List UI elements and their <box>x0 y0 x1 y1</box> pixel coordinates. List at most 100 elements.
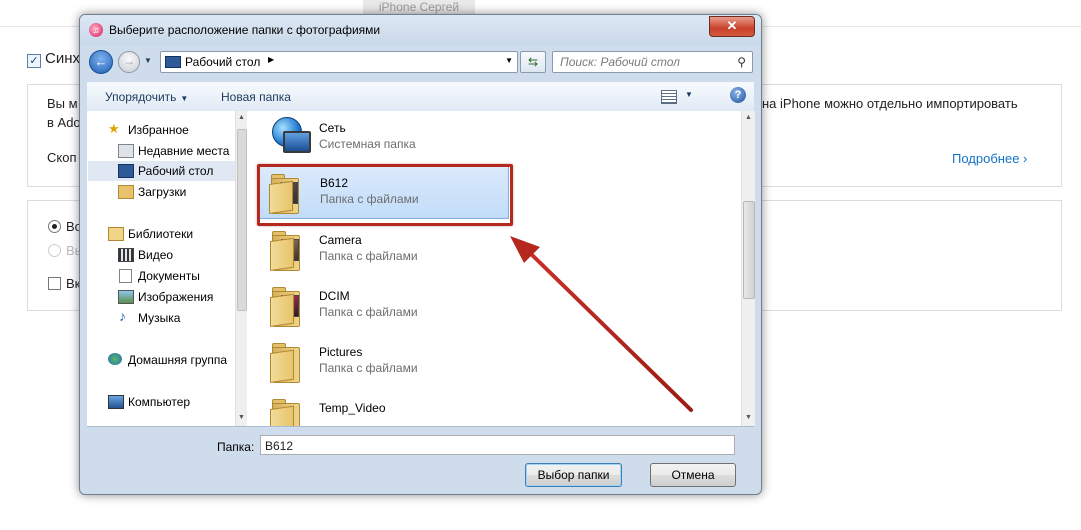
item-type: Папка с файлами <box>319 361 418 375</box>
list-item[interactable]: Pictures Папка с файлами <box>261 335 501 387</box>
nav-item-downloads[interactable]: Загрузки <box>87 182 235 202</box>
images-icon <box>118 290 134 304</box>
nav-item-label: Изображения <box>138 290 214 304</box>
list-item[interactable]: DCIM Папка с файлами <box>261 279 501 331</box>
item-name: B612 <box>320 176 349 190</box>
forward-button[interactable]: → <box>118 51 140 73</box>
more-link[interactable]: Подробнее › <box>952 151 1027 166</box>
desktop-icon <box>165 56 181 68</box>
nav-item-music[interactable]: ♪ Музыка <box>87 308 235 328</box>
info-text-line2: в Ado <box>47 115 81 130</box>
address-location[interactable]: Рабочий стол <box>185 55 260 69</box>
nav-item-video[interactable]: Видео <box>87 245 235 265</box>
video-icon <box>118 248 134 262</box>
scroll-up-icon[interactable]: ▲ <box>237 114 246 121</box>
nav-item-documents[interactable]: Документы <box>87 266 235 286</box>
refresh-button[interactable]: ⇆ <box>520 51 546 73</box>
view-options-icon[interactable] <box>661 90 677 104</box>
network-icon <box>269 115 311 159</box>
list-item-selected[interactable]: B612 Папка с файлами <box>259 165 509 219</box>
option-include-checkbox[interactable]: Вк <box>48 276 80 291</box>
more-link-label: Подробнее <box>952 151 1020 166</box>
nav-item-favorites[interactable]: ★ Избранное <box>87 120 235 140</box>
nav-item-label: Документы <box>138 269 200 283</box>
scroll-down-icon[interactable]: ▼ <box>744 414 753 421</box>
nav-item-label: Музыка <box>138 311 181 325</box>
info-text-line3: Скоп <box>47 150 77 165</box>
folder-name-input[interactable]: B612 <box>260 435 735 455</box>
search-placeholder: Поиск: Рабочий стол <box>560 55 680 69</box>
radio-icon[interactable] <box>48 220 61 233</box>
search-input[interactable]: Поиск: Рабочий стол ⚲ <box>552 51 753 73</box>
nav-item-label: Недавние места <box>138 144 230 158</box>
folder-icon <box>269 339 303 383</box>
history-dropdown-icon[interactable]: ▼ <box>144 56 152 65</box>
monitor-icon <box>283 131 311 153</box>
back-button[interactable]: ← <box>89 50 113 74</box>
new-folder-button[interactable]: Новая папка <box>221 90 291 104</box>
nav-item-computer[interactable]: Компьютер <box>87 392 235 412</box>
device-tab[interactable]: iPhone Сергей <box>363 0 475 14</box>
item-name: Сеть <box>319 121 346 135</box>
computer-icon <box>108 395 124 409</box>
navigation-bar: ← → ▼ Рабочий стол ▶ ▼ ⇆ Поиск: Рабочий … <box>80 45 761 77</box>
option-all-radio[interactable]: Во <box>48 219 82 234</box>
navigation-pane: ★ Избранное Недавние места Рабочий стол … <box>87 111 235 426</box>
list-item[interactable]: Temp_Video <box>261 391 501 426</box>
file-list-scrollbar[interactable]: ▲ ▼ <box>741 111 755 426</box>
nav-item-homegroup[interactable]: Домашняя группа <box>87 350 235 370</box>
select-folder-button[interactable]: Выбор папки <box>525 463 622 487</box>
breadcrumb-arrow-icon[interactable]: ▶ <box>268 55 274 64</box>
nav-item-label: Компьютер <box>128 395 191 409</box>
arrow-right-icon: → <box>123 54 135 68</box>
help-icon[interactable]: ? <box>730 87 746 103</box>
item-name: Pictures <box>319 345 363 359</box>
browser-content: ★ Избранное Недавние места Рабочий стол … <box>87 111 755 427</box>
command-toolbar: Упорядочить ▼ Новая папка ▼ ? <box>87 82 754 112</box>
dialog-footer: Папка: B612 Выбор папки Отмена <box>80 427 761 494</box>
sync-checkbox-row[interactable]: ✓ Синх <box>27 50 80 68</box>
sync-label: Синх <box>45 50 80 67</box>
folder-icon <box>269 227 303 271</box>
nav-item-label: Библиотеки <box>128 227 194 241</box>
checkbox-icon[interactable] <box>48 277 61 290</box>
scroll-up-icon[interactable]: ▲ <box>744 114 753 121</box>
file-list: Сеть Системная папка B612 Папка с файлам… <box>247 111 741 426</box>
folder-picker-dialog: ♫ Выберите расположение папки с фотограф… <box>79 14 762 495</box>
itunes-icon: ♫ <box>89 23 103 37</box>
nav-item-desktop[interactable]: Рабочий стол <box>88 161 235 181</box>
nav-item-label: Избранное <box>128 123 189 137</box>
dialog-titlebar[interactable]: ♫ Выберите расположение папки с фотограф… <box>80 15 761 45</box>
downloads-icon <box>118 185 134 199</box>
info-text-line1: Вы м <box>47 96 78 111</box>
arrow-left-icon: ← <box>94 54 108 69</box>
nav-item-images[interactable]: Изображения <box>87 287 235 307</box>
scroll-down-icon[interactable]: ▼ <box>237 414 246 421</box>
address-dropdown-icon[interactable]: ▼ <box>505 56 513 65</box>
address-bar[interactable]: Рабочий стол ▶ ▼ <box>160 51 518 73</box>
organize-label: Упорядочить <box>105 90 177 104</box>
organize-button[interactable]: Упорядочить ▼ <box>105 90 188 104</box>
desktop-icon <box>118 164 134 178</box>
item-type: Папка с файлами <box>319 305 418 319</box>
nav-item-libraries[interactable]: Библиотеки <box>87 224 235 244</box>
sync-checkbox[interactable]: ✓ <box>27 54 41 68</box>
close-button[interactable]: ✕ <box>709 16 755 37</box>
star-icon: ★ <box>108 121 120 136</box>
scrollbar-thumb[interactable] <box>237 129 247 311</box>
nav-item-label: Домашняя группа <box>128 353 228 367</box>
recent-places-icon <box>118 144 134 158</box>
cancel-button[interactable]: Отмена <box>650 463 736 487</box>
homegroup-icon <box>108 353 122 365</box>
navigation-scrollbar[interactable]: ▲ ▼ <box>235 111 247 426</box>
scrollbar-thumb[interactable] <box>743 201 755 299</box>
item-name: DCIM <box>319 289 350 303</box>
view-dropdown-icon[interactable]: ▼ <box>685 90 693 99</box>
nav-item-recent-places[interactable]: Недавние места <box>87 141 235 161</box>
search-icon[interactable]: ⚲ <box>737 55 746 69</box>
nav-item-label: Видео <box>138 248 174 262</box>
list-item[interactable]: Camera Папка с файлами <box>261 223 501 275</box>
chevron-down-icon: ▼ <box>180 94 189 103</box>
nav-item-label: Рабочий стол <box>138 164 214 178</box>
list-item[interactable]: Сеть Системная папка <box>261 111 501 163</box>
